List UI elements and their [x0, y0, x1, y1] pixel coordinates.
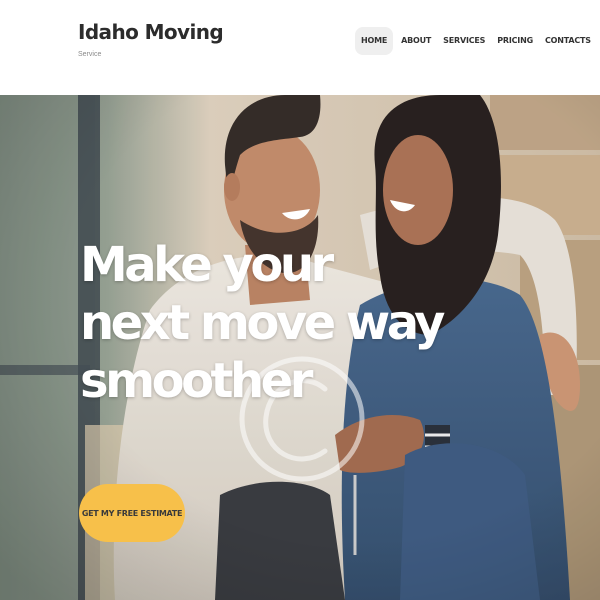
main-nav: HOME ABOUT SERVICES PRICING CONTACTS	[355, 27, 597, 55]
site-header: Idaho Moving Service HOME ABOUT SERVICES…	[0, 0, 600, 95]
nav-item-home[interactable]: HOME	[355, 27, 394, 55]
hero-headline: Make your next move way smoother	[80, 236, 445, 410]
hero-headline-line: smoother	[80, 353, 313, 409]
hero-headline-line: next move way	[80, 295, 445, 351]
nav-item-about[interactable]: ABOUT	[395, 27, 437, 55]
nav-item-contacts[interactable]: CONTACTS	[539, 27, 597, 55]
free-estimate-button[interactable]: GET MY FREE ESTIMATE	[79, 484, 185, 542]
nav-item-services[interactable]: SERVICES	[437, 27, 491, 55]
nav-item-pricing[interactable]: PRICING	[491, 27, 539, 55]
hero-headline-line: Make your	[80, 237, 334, 293]
brand-subtitle: Service	[78, 51, 102, 58]
brand-title[interactable]: Idaho Moving	[78, 20, 224, 44]
